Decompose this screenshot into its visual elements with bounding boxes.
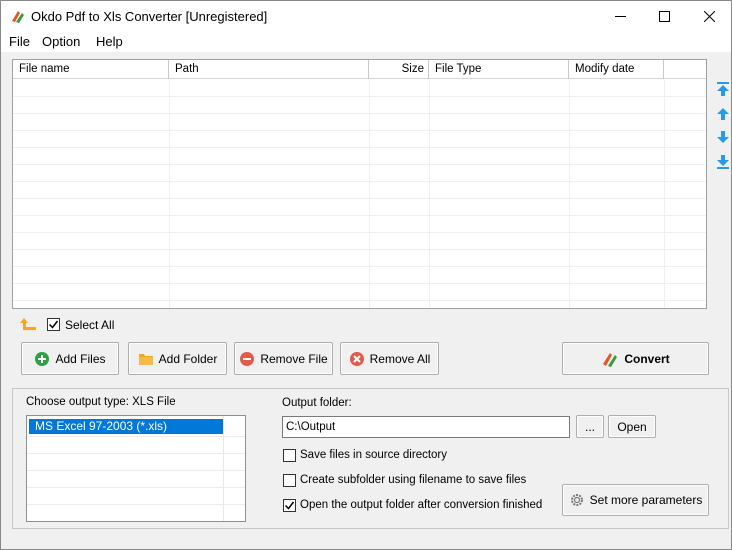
check-icon: [285, 501, 294, 510]
add-folder-button[interactable]: Add Folder: [128, 342, 227, 375]
remove-all-button[interactable]: Remove All: [340, 342, 439, 375]
convert-icon: [603, 352, 618, 367]
minimize-icon: [614, 15, 626, 17]
set-parameters-button[interactable]: Set more parameters: [562, 484, 709, 516]
open-after-checkbox[interactable]: [283, 499, 296, 512]
x-circle-icon: [349, 351, 364, 366]
table-row: [13, 148, 706, 165]
list-item: [27, 436, 245, 437]
table-row: [13, 131, 706, 148]
browse-button[interactable]: ...: [576, 415, 604, 438]
select-all-label: Select All: [65, 318, 115, 332]
table-row: [13, 97, 706, 114]
convert-button[interactable]: Convert: [562, 342, 709, 375]
list-item: [27, 487, 245, 488]
table-row: [13, 165, 706, 182]
plus-circle-icon: [35, 351, 50, 366]
remove-all-label: Remove All: [369, 351, 431, 366]
set-parameters-label: Set more parameters: [589, 493, 703, 507]
remove-file-button[interactable]: Remove File: [234, 342, 333, 375]
menu-file[interactable]: File: [9, 34, 30, 49]
column-divider: [169, 80, 170, 308]
select-all-checkbox[interactable]: [47, 318, 60, 331]
gear-icon: [570, 494, 583, 506]
file-list-header: File name Path Size File Type Modify dat…: [13, 60, 706, 79]
column-divider: [569, 80, 570, 308]
move-down-icon[interactable]: [715, 129, 731, 145]
table-row: [13, 80, 706, 97]
create-subfolder-label: Create subfolder using filename to save …: [300, 474, 527, 486]
output-type-label: Choose output type: XLS File: [26, 396, 176, 408]
minus-circle-icon: [240, 351, 255, 366]
maximize-button[interactable]: [641, 1, 687, 31]
maximize-icon: [658, 10, 670, 22]
up-level-icon[interactable]: [19, 317, 37, 333]
add-files-label: Add Files: [55, 351, 106, 366]
menu-help[interactable]: Help: [96, 34, 123, 49]
column-header-file-type[interactable]: File Type: [429, 60, 569, 79]
column-divider: [369, 80, 370, 308]
open-after-label: Open the output folder after conversion …: [300, 499, 543, 511]
column-header-file-name[interactable]: File name: [13, 60, 169, 79]
table-row: [13, 199, 706, 216]
output-folder-input[interactable]: [282, 416, 570, 438]
title-bar: Okdo Pdf to Xls Converter [Unregistered]: [1, 1, 731, 31]
window-title: Okdo Pdf to Xls Converter [Unregistered]: [31, 9, 268, 24]
list-item: [27, 504, 245, 505]
folder-icon: [138, 353, 153, 365]
save-in-source-label: Save files in source directory: [300, 449, 448, 461]
column-header-size[interactable]: Size: [369, 60, 429, 79]
output-type-item-selected[interactable]: MS Excel 97-2003 (*.xls): [29, 419, 223, 434]
table-row: [13, 114, 706, 131]
file-list[interactable]: File name Path Size File Type Modify dat…: [12, 59, 707, 309]
create-subfolder-checkbox[interactable]: [283, 474, 296, 487]
column-header-modify-date[interactable]: Modify date: [569, 60, 664, 79]
output-type-list[interactable]: MS Excel 97-2003 (*.xls): [26, 415, 246, 522]
add-files-button[interactable]: Add Files: [21, 342, 119, 375]
table-row: [13, 233, 706, 250]
output-type-list-divider: [223, 416, 224, 521]
column-header-filler: [664, 60, 706, 79]
main-window: Okdo Pdf to Xls Converter [Unregistered]…: [0, 0, 732, 550]
remove-file-label: Remove File: [260, 351, 328, 366]
table-row: [13, 267, 706, 284]
check-icon: [49, 320, 58, 329]
table-row: [13, 250, 706, 267]
move-bottom-icon[interactable]: [715, 154, 731, 170]
add-folder-label: Add Folder: [158, 351, 218, 366]
table-row: [13, 182, 706, 199]
file-list-body[interactable]: [13, 80, 706, 308]
close-button[interactable]: [686, 1, 732, 31]
save-in-source-checkbox[interactable]: [283, 449, 296, 462]
list-item: [27, 453, 245, 454]
convert-label: Convert: [624, 351, 670, 366]
column-divider: [429, 80, 430, 308]
menu-option[interactable]: Option: [42, 34, 80, 49]
table-row: [13, 216, 706, 233]
move-top-icon[interactable]: [715, 81, 731, 97]
output-folder-label: Output folder:: [282, 397, 352, 409]
column-divider: [664, 80, 665, 308]
minimize-button[interactable]: [597, 1, 643, 31]
move-up-icon[interactable]: [715, 106, 731, 122]
table-row: [13, 284, 706, 301]
app-logo-icon: [12, 11, 24, 23]
open-folder-button[interactable]: Open: [608, 415, 656, 438]
menu-bar: File Option Help: [1, 31, 731, 52]
column-header-path[interactable]: Path: [169, 60, 369, 79]
close-icon: [703, 10, 715, 22]
list-item: [27, 470, 245, 471]
